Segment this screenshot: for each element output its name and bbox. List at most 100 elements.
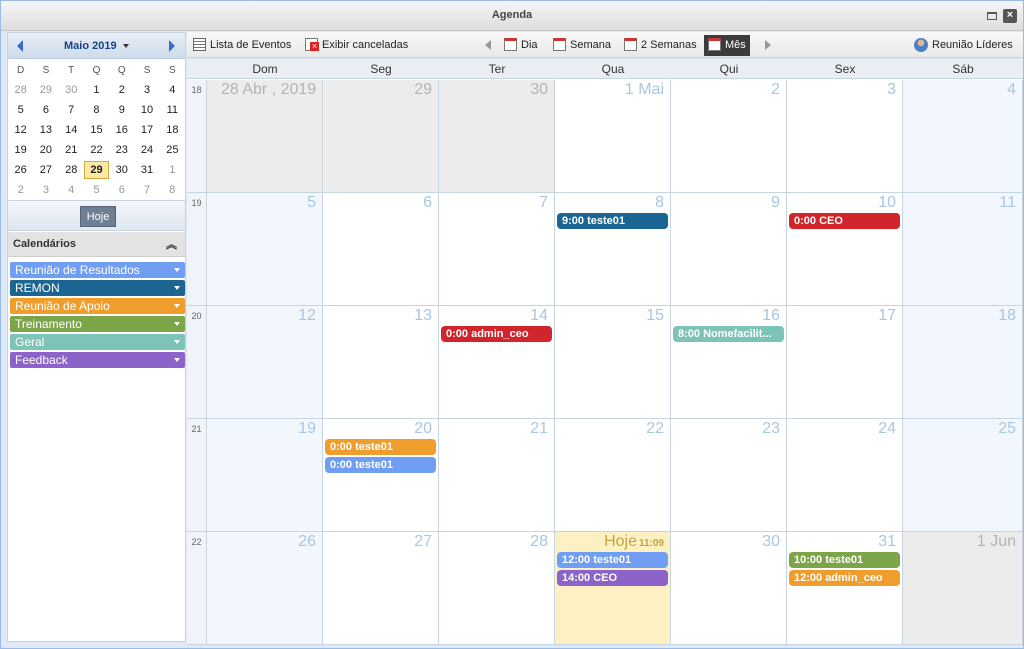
day-view-button[interactable]: Dia xyxy=(504,37,538,54)
prev-period-icon[interactable] xyxy=(485,40,491,50)
chevron-down-icon[interactable] xyxy=(174,268,180,272)
mini-day[interactable]: 25 xyxy=(160,144,185,156)
day-cell[interactable]: 24 xyxy=(787,419,903,532)
day-cell[interactable]: 12 xyxy=(207,306,323,419)
mini-day[interactable]: 30 xyxy=(59,84,84,96)
day-number[interactable]: 3 xyxy=(887,81,896,99)
mini-day[interactable]: 11 xyxy=(160,104,185,116)
mini-day[interactable]: 2 xyxy=(8,184,33,196)
day-cell[interactable]: 6 xyxy=(323,193,439,306)
day-cell[interactable]: 14 0:00 admin_ceo xyxy=(439,306,555,419)
day-number[interactable]: 30 xyxy=(530,81,548,99)
day-number[interactable]: Hoje 11:09 xyxy=(604,533,664,551)
day-cell[interactable]: 21 xyxy=(439,419,555,532)
day-cell[interactable]: 11 xyxy=(903,193,1023,306)
mini-day[interactable]: 4 xyxy=(59,184,84,196)
mini-day[interactable]: 13 xyxy=(33,124,58,136)
day-number[interactable]: 23 xyxy=(762,420,780,438)
calendar-item[interactable]: REMON xyxy=(10,280,185,296)
day-number[interactable]: 20 xyxy=(414,420,432,438)
day-cell[interactable]: 15 xyxy=(555,306,671,419)
next-month-icon[interactable] xyxy=(169,40,175,52)
week-number[interactable]: 22 xyxy=(187,532,207,645)
today-button[interactable]: Hoje xyxy=(80,206,116,227)
day-cell[interactable]: 25 xyxy=(903,419,1023,532)
calendar-item[interactable]: Treinamento xyxy=(10,316,185,332)
month-view-button[interactable]: Mês xyxy=(704,35,750,56)
calendar-event[interactable]: 14:00 CEO xyxy=(557,570,668,586)
day-number[interactable]: 17 xyxy=(878,307,896,325)
mini-day[interactable]: 6 xyxy=(109,184,134,196)
day-number[interactable]: 9 xyxy=(771,194,780,212)
week-number[interactable]: 19 xyxy=(187,193,207,306)
day-number[interactable]: 25 xyxy=(998,420,1016,438)
day-number[interactable]: 19 xyxy=(298,420,316,438)
mini-day[interactable]: 1 xyxy=(160,164,185,176)
close-icon[interactable]: × xyxy=(1003,9,1017,23)
show-cancelled-button[interactable]: Exibir canceladas xyxy=(305,37,408,54)
day-number[interactable]: 24 xyxy=(878,420,896,438)
day-number[interactable]: 16 xyxy=(762,307,780,325)
prev-month-icon[interactable] xyxy=(17,40,23,52)
day-cell[interactable]: 3 xyxy=(787,80,903,193)
day-cell[interactable]: 30 xyxy=(439,80,555,193)
chevron-down-icon[interactable] xyxy=(174,304,180,308)
day-number[interactable]: 2 xyxy=(771,81,780,99)
day-number[interactable]: 30 xyxy=(762,533,780,551)
mini-day[interactable]: 5 xyxy=(8,104,33,116)
day-number[interactable]: 28 xyxy=(530,533,548,551)
day-number[interactable]: 1 Mai xyxy=(625,81,664,99)
mini-day[interactable]: 21 xyxy=(59,144,84,156)
day-cell[interactable]: 31 10:00 teste01 12:00 admin_ceo xyxy=(787,532,903,645)
day-number[interactable]: 26 xyxy=(298,533,316,551)
day-cell[interactable]: Hoje 11:09 12:00 teste01 14:00 CEO xyxy=(555,532,671,645)
day-cell[interactable]: 19 xyxy=(207,419,323,532)
day-cell[interactable]: 16 8:00 Nomefacilit... xyxy=(671,306,787,419)
week-number[interactable]: 20 xyxy=(187,306,207,419)
month-picker[interactable]: Maio 2019 xyxy=(64,40,129,52)
day-number[interactable]: 6 xyxy=(423,194,432,212)
day-cell[interactable]: 1 Mai xyxy=(555,80,671,193)
next-period-icon[interactable] xyxy=(765,40,771,50)
day-cell[interactable]: 7 xyxy=(439,193,555,306)
mini-day[interactable]: 5 xyxy=(84,184,109,196)
mini-day[interactable]: 15 xyxy=(84,124,109,136)
calendar-item[interactable]: Reunião de Apoio xyxy=(10,298,185,314)
mini-day[interactable]: 14 xyxy=(59,124,84,136)
calendar-event[interactable]: 12:00 admin_ceo xyxy=(789,570,900,586)
day-cell[interactable]: 2 xyxy=(671,80,787,193)
calendar-item[interactable]: Reunião de Resultados xyxy=(10,262,185,278)
day-cell[interactable]: 10 0:00 CEO xyxy=(787,193,903,306)
day-cell[interactable]: 22 xyxy=(555,419,671,532)
day-number[interactable]: 12 xyxy=(298,307,316,325)
day-number[interactable]: 4 xyxy=(1007,81,1016,99)
day-number[interactable]: 1 Jun xyxy=(977,533,1016,551)
day-cell[interactable]: 26 xyxy=(207,532,323,645)
chevron-down-icon[interactable] xyxy=(174,358,180,362)
chevron-down-icon[interactable] xyxy=(174,322,180,326)
mini-day[interactable]: 24 xyxy=(134,144,159,156)
two-weeks-view-button[interactable]: 2 Semanas xyxy=(624,37,697,54)
day-number[interactable]: 29 xyxy=(414,81,432,99)
day-cell[interactable]: 4 xyxy=(903,80,1023,193)
mini-day[interactable]: 22 xyxy=(84,144,109,156)
day-number[interactable]: 28 Abr , 2019 xyxy=(221,81,316,99)
mini-day[interactable]: 3 xyxy=(134,84,159,96)
chevron-down-icon[interactable] xyxy=(174,340,180,344)
day-cell[interactable]: 5 xyxy=(207,193,323,306)
calendar-item[interactable]: Geral xyxy=(10,334,185,350)
calendar-event[interactable]: 9:00 teste01 xyxy=(557,213,668,229)
day-number[interactable]: 15 xyxy=(646,307,664,325)
mini-day[interactable]: 2 xyxy=(109,84,134,96)
day-number[interactable]: 27 xyxy=(414,533,432,551)
mini-day[interactable]: 26 xyxy=(8,164,33,176)
day-number[interactable]: 13 xyxy=(414,307,432,325)
chevron-down-icon[interactable] xyxy=(174,286,180,290)
mini-day[interactable]: 8 xyxy=(160,184,185,196)
event-list-button[interactable]: Lista de Eventos xyxy=(193,37,291,54)
mini-day[interactable]: 10 xyxy=(134,104,159,116)
calendar-event[interactable]: 12:00 teste01 xyxy=(557,552,668,568)
day-number[interactable]: 18 xyxy=(998,307,1016,325)
day-number[interactable]: 10 xyxy=(878,194,896,212)
week-view-button[interactable]: Semana xyxy=(553,37,611,54)
